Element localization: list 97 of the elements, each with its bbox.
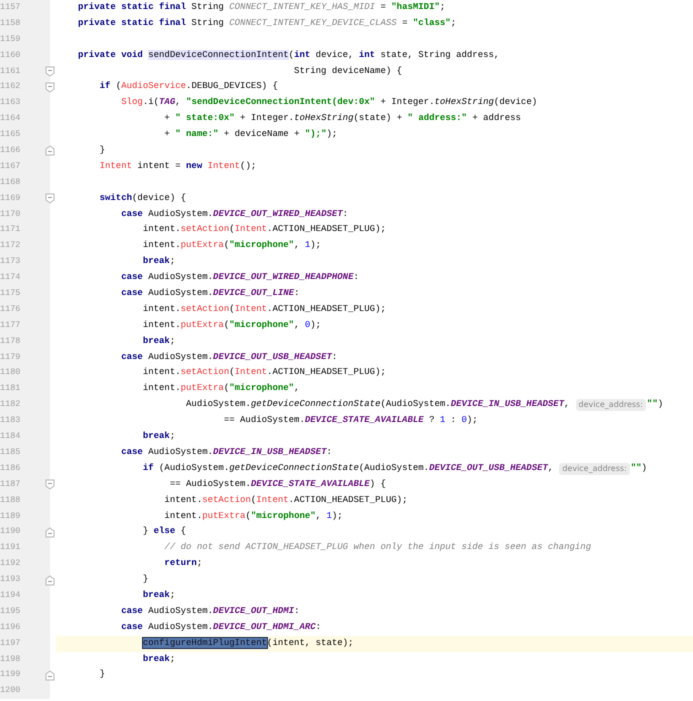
code-text: intent.setAction(Intent.ACTION_HEADSET_PLUG); (142, 223, 386, 236)
code-text: "") (630, 462, 647, 475)
code-text: private static final String CONNECT_INTENT_KEY_HAS_MIDI = "hasMIDI"; (78, 1, 446, 14)
code-text: case AudioSystem.DEVICE_OUT_HDMI_ARC: (121, 620, 322, 634)
code-text: case AudioSystem.DEVICE_IN_USB_HEADSET: (121, 446, 332, 459)
code-text: private static final String CONNECT_INTENT_KEY_DEVICE_CLASS = "class"; (78, 16, 456, 30)
code-text: + " name:" + deviceName + ");"); (164, 128, 338, 142)
line-number: 1168 (0, 176, 20, 187)
code-text: Slog.i(TAG, "sendDeviceConnectionIntent(dev:0x" + Integer.toHexString(device) (121, 96, 538, 110)
code-text: Intent intent = new Intent(); (100, 160, 256, 173)
line-number: 1186 (0, 462, 20, 473)
code-text: intent.setAction(Intent.ACTION_HEADSET_PLUG); (142, 366, 386, 380)
fold-icon[interactable] (45, 670, 55, 681)
line-number: 1200 (0, 685, 20, 696)
line-number: 1177 (0, 320, 20, 330)
line-number: 1194 (0, 590, 20, 600)
line-number: 1193 (0, 574, 20, 584)
code-text: case AudioSystem.DEVICE_OUT_WIRED_HEADSET: (121, 208, 348, 221)
line-number: 1183 (0, 415, 20, 426)
inlay-hint: device_address: (559, 462, 630, 475)
line-number: 1173 (0, 256, 20, 266)
code-text: } (100, 668, 106, 682)
line-number: 1169 (0, 192, 20, 203)
line-number: 1198 (0, 654, 20, 664)
code-text: break; (142, 255, 176, 268)
code-text: } (100, 144, 106, 158)
line-number: 1163 (0, 97, 20, 108)
code-text: case AudioSystem.DEVICE_OUT_WIRED_HEADPHONE: (121, 271, 359, 284)
fold-icon[interactable] (45, 66, 55, 77)
code-text: intent.putExtra("microphone", (142, 382, 300, 396)
code-text: configureHdmiPlugIntent(intent, state); (142, 636, 354, 650)
line-number: 1164 (0, 113, 20, 124)
line-number: 1162 (0, 81, 20, 92)
code-text: AudioSystem.getDeviceConnectionState(AudioSystem.DEVICE_IN_USB_HEADSET, (186, 398, 570, 412)
line-number: 1182 (0, 399, 20, 410)
line-number: 1170 (0, 208, 20, 219)
line-number: 1192 (0, 558, 20, 568)
line-number: 1196 (0, 622, 20, 632)
line-number: 1166 (0, 145, 20, 156)
line-number: 1175 (0, 288, 20, 298)
line-number: 1174 (0, 272, 20, 282)
code-text: == AudioSystem.DEVICE_STATE_AVAILABLE) { (170, 478, 386, 491)
code-text: private void sendDeviceConnectionIntent(int device, int state, String address, (78, 48, 500, 62)
inlay-hint: device_address: (576, 399, 646, 412)
fold-icon[interactable] (45, 574, 55, 586)
code-text: intent.putExtra("microphone", 1); (164, 510, 343, 522)
code-text: intent.setAction(Intent.ACTION_HEADSET_PLUG); (164, 494, 408, 507)
line-number: 1191 (0, 542, 20, 552)
line-number: 1185 (0, 446, 20, 457)
code-text: case AudioSystem.DEVICE_OUT_HDMI: (121, 604, 300, 618)
code-text: } (142, 573, 148, 586)
line-number: 1157 (0, 2, 20, 12)
line-number: 1171 (0, 224, 20, 234)
code-text: == AudioSystem.DEVICE_STATE_AVAILABLE ? 1 : 0); (224, 414, 478, 428)
code-text: return; (164, 557, 202, 570)
line-number: 1181 (0, 383, 20, 394)
line-number: 1172 (0, 240, 20, 250)
fold-icon[interactable] (45, 479, 55, 490)
code-text: break; (142, 588, 176, 602)
line-number: 1160 (0, 50, 20, 60)
code-comment: // do not send ACTION_HEADSET_PLUG when only the input side is seen as changing (164, 541, 592, 554)
code-text: intent.setAction(Intent.ACTION_HEADSET_PLUG); (142, 302, 386, 316)
code-text: } else { (142, 525, 186, 538)
fold-icon[interactable] (45, 193, 55, 204)
line-number: 1180 (0, 367, 20, 378)
line-number: 1179 (0, 352, 20, 362)
line-number: 1176 (0, 304, 20, 314)
fold-icon[interactable] (45, 145, 55, 156)
code-text: + " state:0x" + Integer.toHexString(state) + " address:" + address (164, 112, 521, 126)
code-text: break; (142, 652, 176, 666)
line-number: 1161 (0, 66, 20, 76)
line-number: 1187 (0, 478, 20, 489)
code-text: String deviceName) { (294, 64, 402, 78)
line-number: 1159 (0, 34, 20, 44)
code-text: case AudioSystem.DEVICE_OUT_LINE: (121, 287, 300, 300)
line-number: 1184 (0, 431, 20, 442)
line-number: 1178 (0, 336, 20, 346)
code-text: intent.putExtra("microphone", 1); (142, 239, 322, 252)
line-number: 1189 (0, 510, 20, 520)
fold-icon[interactable] (45, 82, 55, 93)
code-text: case AudioSystem.DEVICE_OUT_USB_HEADSET: (121, 350, 338, 364)
fold-icon[interactable] (45, 526, 55, 538)
line-number: 1199 (0, 669, 20, 680)
code-text: if (AudioSystem.getDeviceConnectionState(AudioSystem.DEVICE_OUT_USB_HEADSET, (142, 462, 554, 475)
code-text: "") (646, 398, 664, 412)
line-number: 1158 (0, 18, 20, 28)
code-text: intent.putExtra("microphone", 0); (142, 318, 322, 332)
line-number: 1165 (0, 129, 20, 140)
code-text: if (AudioService.DEBUG_DEVICES) { (100, 80, 278, 94)
code-text: break; (142, 430, 176, 444)
code-text: switch(device) { (100, 192, 186, 205)
line-number: 1190 (0, 526, 20, 536)
line-number: 1195 (0, 606, 20, 616)
line-number: 1188 (0, 494, 20, 505)
line-number: 1197 (0, 638, 20, 648)
code-text: break; (142, 334, 176, 348)
line-number: 1167 (0, 160, 20, 171)
